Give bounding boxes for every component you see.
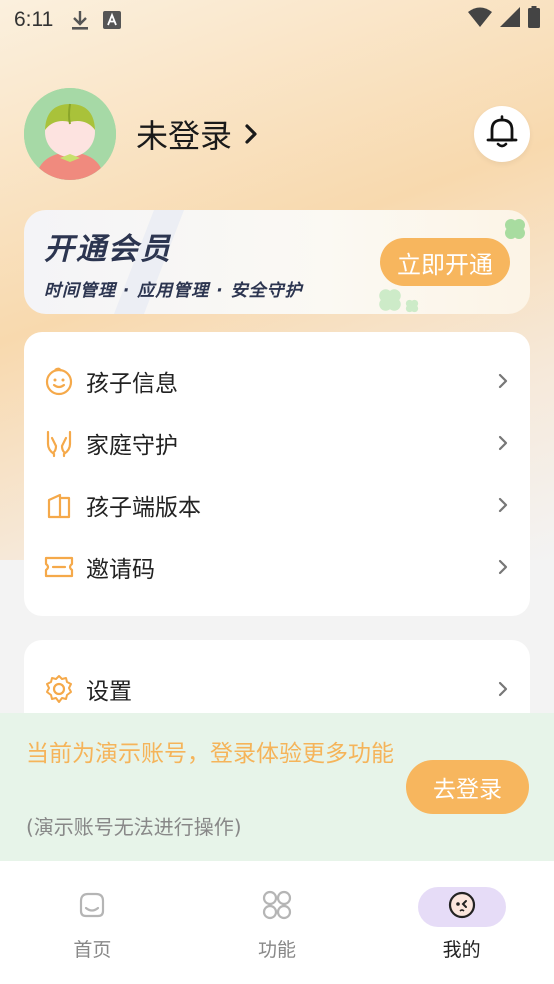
bell-icon bbox=[486, 115, 518, 153]
menu-item-invite-code[interactable]: 邀请码 bbox=[24, 536, 530, 598]
face-icon bbox=[447, 890, 477, 924]
chevron-right-icon bbox=[498, 435, 508, 451]
chevron-right-icon bbox=[498, 373, 508, 389]
menu-item-label: 孩子信息 bbox=[86, 371, 178, 397]
device-icon bbox=[44, 490, 74, 520]
grid-icon bbox=[262, 890, 292, 924]
tab-home-icon-wrap bbox=[48, 887, 136, 927]
baby-face-icon bbox=[44, 366, 74, 396]
menu-item-child-info[interactable]: 孩子信息 bbox=[24, 350, 530, 412]
menu-item-label: 邀请码 bbox=[86, 557, 155, 583]
profile-header: 未登录 bbox=[24, 88, 530, 180]
status-time: 6:11 bbox=[14, 8, 54, 31]
notification-button[interactable] bbox=[474, 106, 530, 162]
protect-hands-icon bbox=[44, 428, 74, 458]
clover-icon bbox=[379, 289, 401, 311]
chevron-right-icon bbox=[244, 123, 258, 145]
bottom-nav: 首页 功能 我的 bbox=[0, 861, 554, 984]
demo-note: (演示账号无法进行操作) bbox=[26, 815, 242, 839]
chevron-right-icon bbox=[498, 681, 508, 697]
tab-features-icon-wrap bbox=[233, 887, 321, 927]
avatar[interactable] bbox=[24, 88, 116, 180]
tab-mine[interactable]: 我的 bbox=[369, 861, 554, 984]
demo-login-button[interactable]: 去登录 bbox=[406, 760, 529, 814]
tab-home[interactable]: 首页 bbox=[0, 861, 185, 984]
tab-label: 功能 bbox=[258, 939, 297, 961]
menu-item-child-version[interactable]: 孩子端版本 bbox=[24, 474, 530, 536]
tab-features[interactable]: 功能 bbox=[185, 861, 370, 984]
wifi-icon bbox=[468, 7, 492, 33]
menu-item-label: 家庭守护 bbox=[86, 433, 178, 459]
menu-item-label: 设置 bbox=[86, 679, 132, 705]
vip-subtitle: 时间管理 · 应用管理 · 安全守护 bbox=[44, 281, 303, 301]
clover-icon bbox=[405, 299, 419, 313]
avatar-illustration bbox=[24, 88, 116, 180]
vip-title: 开通会员 bbox=[44, 232, 172, 267]
tab-label: 我的 bbox=[442, 939, 481, 961]
menu-card: 孩子信息 家庭守护 孩子端版本 邀请码 bbox=[24, 332, 530, 616]
home-icon bbox=[77, 891, 107, 923]
login-status-label: 未登录 bbox=[136, 117, 233, 155]
demo-account-banner: 当前为演示账号，登录体验更多功能 (演示账号无法进行操作) 去登录 bbox=[0, 713, 554, 861]
tab-mine-icon-wrap bbox=[417, 887, 506, 927]
login-link[interactable]: 未登录 bbox=[136, 111, 258, 157]
menu-item-family-guard[interactable]: 家庭守护 bbox=[24, 412, 530, 474]
tab-label: 首页 bbox=[73, 939, 112, 961]
vip-open-button[interactable]: 立即开通 bbox=[380, 238, 510, 286]
clover-icon bbox=[505, 219, 525, 239]
text-a-icon bbox=[103, 11, 122, 29]
menu-item-settings[interactable]: 设置 bbox=[24, 658, 530, 720]
chevron-right-icon bbox=[498, 497, 508, 513]
signal-icon bbox=[500, 7, 520, 33]
download-icon bbox=[71, 9, 89, 31]
gear-icon bbox=[44, 674, 74, 704]
menu-item-label: 孩子端版本 bbox=[86, 495, 201, 521]
chevron-right-icon bbox=[498, 559, 508, 575]
status-bar: 6:11 bbox=[0, 0, 554, 40]
demo-message: 当前为演示账号，登录体验更多功能 bbox=[26, 741, 394, 767]
battery-icon bbox=[528, 6, 540, 34]
ticket-icon bbox=[44, 552, 74, 582]
vip-banner[interactable]: 开通会员 时间管理 · 应用管理 · 安全守护 立即开通 bbox=[24, 210, 530, 314]
